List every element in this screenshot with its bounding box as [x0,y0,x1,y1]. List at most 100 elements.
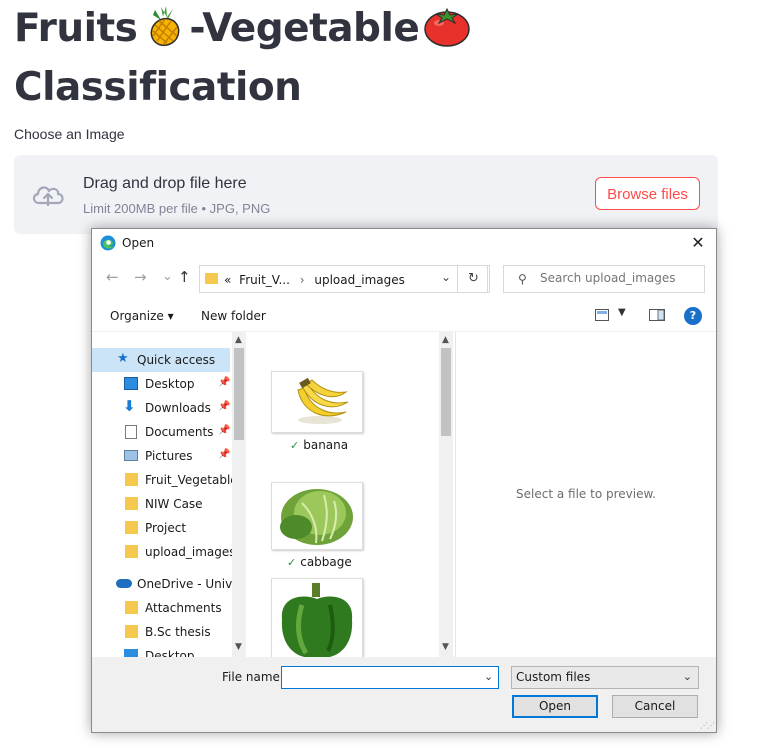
nav-item-upload-images-folder[interactable]: upload_images [92,540,236,564]
preview-pane-icon[interactable] [649,309,665,324]
star-icon: ★ [117,351,129,366]
tomato-emoji-icon [423,3,471,61]
nav-item-fruit-vegetable-folder[interactable]: Fruit_Vegetable_ [92,468,244,492]
nav-label: Project [145,521,187,535]
nav-item-desktop[interactable]: Desktop 📌 [92,372,230,396]
scroll-up-icon[interactable]: ▲ [442,335,449,345]
file-name-history-chevron-icon[interactable]: ⌄ [484,670,493,683]
uploader-label: Choose an Image [14,126,125,142]
up-arrow-icon[interactable]: ↑ [178,268,191,286]
nav-label: Quick access [137,353,216,367]
nav-item-desktop-onedrive[interactable]: Desktop [92,644,230,657]
nav-label: Desktop [145,649,195,657]
file-thumbnail-pepper[interactable] [271,578,363,657]
pin-icon: 📌 [218,401,231,412]
folder-icon [125,473,138,486]
scroll-up-icon[interactable]: ▲ [235,335,242,345]
navigation-pane: ★ Quick access Desktop 📌 ⬇ Downloads 📌 D… [92,332,246,657]
view-options-chevron-icon[interactable]: ▼ [618,307,626,318]
close-icon[interactable]: ✕ [688,233,708,253]
nav-label: Attachments [145,601,222,615]
title-text-fruits: Fruits [14,6,138,51]
file-label-cabbage[interactable]: ✓ cabbage [287,555,352,569]
organize-menu[interactable]: Organize ▾ [110,309,174,323]
title-text-vegetable: -Vegetable [189,6,420,51]
file-label-banana[interactable]: ✓ banana [290,438,348,452]
edge-browser-icon [100,235,116,251]
pin-icon: 📌 [218,377,231,388]
green-pepper-image [272,579,362,657]
nav-scrollbar[interactable]: ▲ ▼ [232,332,246,657]
folder-icon [205,273,218,284]
nav-scrollbar-thumb[interactable] [234,348,244,440]
scroll-down-icon[interactable]: ▼ [442,642,449,652]
folder-icon [125,521,138,534]
nav-item-onedrive[interactable]: OneDrive - Univer [92,572,245,596]
back-arrow-icon[interactable]: ← [106,268,119,286]
address-dropdown-chevron-icon[interactable]: ⌄ [441,270,451,284]
open-button[interactable]: Open [512,695,598,718]
refresh-button[interactable]: ↻ [457,265,490,293]
sync-check-icon: ✓ [287,556,297,569]
file-thumbnail-banana[interactable] [271,371,363,433]
resize-grip-icon[interactable]: ⋰⋰ [700,721,715,730]
scroll-down-icon[interactable]: ▼ [235,642,242,652]
download-arrow-icon: ⬇ [123,397,136,415]
breadcrumb-current[interactable]: upload_images [314,273,405,287]
dialog-toolbar: Organize ▾ New folder ▼ [92,301,716,331]
nav-label: Pictures [145,449,193,463]
banana-image [272,372,362,432]
nav-item-quick-access[interactable]: ★ Quick access [92,348,230,372]
preview-placeholder-text: Select a file to preview. [516,487,656,501]
nav-label: OneDrive - Univer [137,577,245,591]
refresh-icon: ↻ [468,271,479,286]
file-pane-scrollbar-thumb[interactable] [441,348,451,436]
dialog-footer: File name: ⌄ Custom files ⌄ Open Cancel … [92,657,716,732]
dialog-titlebar[interactable]: Open ✕ [92,229,716,258]
file-name-input[interactable] [281,666,499,689]
file-pane-scrollbar[interactable]: ▲ ▼ [439,332,453,657]
file-dropzone[interactable]: Drag and drop file here Limit 200MB per … [14,155,718,234]
upload-limit-text: Limit 200MB per file • JPG, PNG [83,201,271,216]
pin-icon: 📌 [218,425,231,436]
folder-icon [125,545,138,558]
breadcrumb-overflow[interactable]: « [224,273,231,287]
file-name-label: File name: [222,670,284,684]
browse-files-button[interactable]: Browse files [595,177,700,210]
file-list-pane: ✓ banana ✓ cabbage ▲ ▼ [247,332,455,657]
cancel-button[interactable]: Cancel [612,695,698,718]
folder-icon [125,625,138,638]
nav-item-attachments-folder[interactable]: Attachments [92,596,230,620]
breadcrumb-parent[interactable]: Fruit_V... [239,273,290,287]
nav-label: NIW Case [145,497,203,511]
nav-item-bsc-thesis-folder[interactable]: B.Sc thesis [92,620,230,644]
file-name-text: cabbage [300,555,352,569]
nav-item-downloads[interactable]: ⬇ Downloads 📌 [92,396,230,420]
cloud-upload-icon [30,179,66,209]
breadcrumb-separator: › [299,273,305,287]
nav-label: Downloads [145,401,211,415]
new-folder-button[interactable]: New folder [201,309,266,323]
address-bar[interactable]: « Fruit_V... › upload_images ⌄ [199,265,488,293]
title-text-classification: Classification [14,65,302,110]
search-input[interactable] [540,271,698,285]
forward-arrow-icon[interactable]: → [134,268,147,286]
search-box[interactable]: ⚲ [503,265,705,293]
file-thumbnail-cabbage[interactable] [271,482,363,550]
nav-item-pictures[interactable]: Pictures 📌 [92,444,230,468]
nav-label: Desktop [145,377,195,391]
folder-icon [125,601,138,614]
cabbage-image [272,483,362,549]
nav-label: B.Sc thesis [145,625,211,639]
change-view-icon[interactable] [595,309,609,324]
nav-item-niw-case-folder[interactable]: NIW Case [92,492,230,516]
nav-label: upload_images [145,545,236,559]
desktop-icon [124,649,138,657]
recent-locations-chevron-icon[interactable]: ⌄ [162,269,173,284]
sync-check-icon: ✓ [290,439,300,452]
file-type-value: Custom files [516,670,591,684]
help-icon[interactable]: ? [684,307,702,325]
file-type-select[interactable]: Custom files ⌄ [511,666,699,689]
nav-item-project-folder[interactable]: Project [92,516,230,540]
nav-item-documents[interactable]: Documents 📌 [92,420,230,444]
